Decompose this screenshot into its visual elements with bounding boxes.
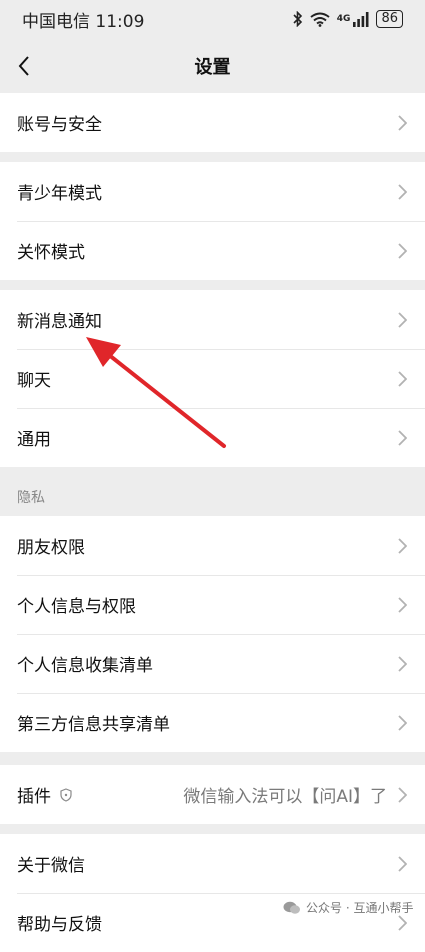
chevron-right-icon (398, 914, 407, 931)
settings-item-notifications[interactable]: 新消息通知 (0, 290, 425, 349)
settings-group-plugins: 插件 微信输入法可以【问AI】了 (0, 765, 425, 824)
settings-item-teen-mode[interactable]: 青少年模式 (0, 162, 425, 221)
settings-group-messages: 新消息通知 聊天 通用 (0, 290, 425, 467)
chevron-right-icon (398, 429, 407, 446)
status-icons: 4G 86 (293, 10, 403, 28)
settings-item-label: 第三方信息共享清单 (17, 715, 170, 735)
settings-item-label: 聊天 (17, 371, 51, 391)
settings-item-label: 个人信息与权限 (17, 597, 136, 617)
chevron-right-icon (398, 537, 407, 554)
watermark: 公众号 · 互通小帮手 (283, 899, 413, 916)
settings-item-about-wechat[interactable]: 关于微信 (0, 834, 425, 893)
settings-item-label: 朋友权限 (17, 538, 85, 558)
settings-item-care-mode[interactable]: 关怀模式 (0, 221, 425, 280)
chevron-right-icon (398, 855, 407, 872)
settings-item-label: 青少年模式 (17, 184, 102, 204)
settings-item-personal-info-permissions[interactable]: 个人信息与权限 (0, 575, 425, 634)
shield-icon (60, 787, 72, 802)
settings-item-label: 插件 (17, 787, 51, 807)
status-bar: 中国电信 11:09 4G 86 (0, 0, 425, 38)
nav-bar: 设置 (0, 38, 425, 94)
settings-item-account-security[interactable]: 账号与安全 (0, 93, 425, 152)
section-label-privacy: 隐私 (17, 490, 45, 506)
signal-icon (353, 11, 369, 27)
settings-item-label: 关怀模式 (17, 243, 85, 263)
battery-indicator: 86 (376, 10, 403, 28)
settings-group-about: 关于微信 帮助与反馈 (0, 834, 425, 952)
settings-item-plugins[interactable]: 插件 微信输入法可以【问AI】了 (0, 765, 425, 824)
page-title: 设置 (194, 57, 231, 78)
chevron-right-icon (398, 370, 407, 387)
settings-item-label: 账号与安全 (17, 115, 102, 135)
settings-item-label: 帮助与反馈 (17, 915, 102, 935)
network-type: 4G (336, 14, 351, 24)
carrier-time: 中国电信 11:09 (22, 11, 145, 32)
wechat-logo-icon (283, 901, 300, 914)
chevron-right-icon (398, 714, 407, 731)
chevron-right-icon (398, 183, 407, 200)
chevron-right-icon (398, 311, 407, 328)
settings-item-third-party-sharing[interactable]: 第三方信息共享清单 (0, 693, 425, 752)
settings-group-account: 账号与安全 (0, 93, 425, 152)
settings-item-label: 通用 (17, 430, 51, 450)
wifi-icon (310, 12, 330, 27)
watermark-text: 公众号 · 互通小帮手 (306, 901, 414, 915)
settings-group-privacy: 朋友权限 个人信息与权限 个人信息收集清单 第三方信息共享清单 (0, 516, 425, 752)
chevron-right-icon (398, 114, 407, 131)
chevron-right-icon (398, 786, 407, 803)
settings-group-modes: 青少年模式 关怀模式 (0, 162, 425, 280)
bluetooth-icon (293, 11, 302, 27)
settings-item-label: 新消息通知 (17, 312, 102, 332)
settings-item-chat[interactable]: 聊天 (0, 349, 425, 408)
settings-item-label: 个人信息收集清单 (17, 656, 153, 676)
chevron-right-icon (398, 655, 407, 672)
back-arrow-icon (18, 56, 29, 76)
back-button[interactable] (10, 52, 38, 80)
chevron-right-icon (398, 596, 407, 613)
plugin-promo-text: 微信输入法可以【问AI】了 (183, 787, 387, 807)
settings-item-general[interactable]: 通用 (0, 408, 425, 467)
settings-item-friend-permissions[interactable]: 朋友权限 (0, 516, 425, 575)
settings-item-personal-info-collection[interactable]: 个人信息收集清单 (0, 634, 425, 693)
chevron-right-icon (398, 242, 407, 259)
settings-item-label: 关于微信 (17, 856, 85, 876)
